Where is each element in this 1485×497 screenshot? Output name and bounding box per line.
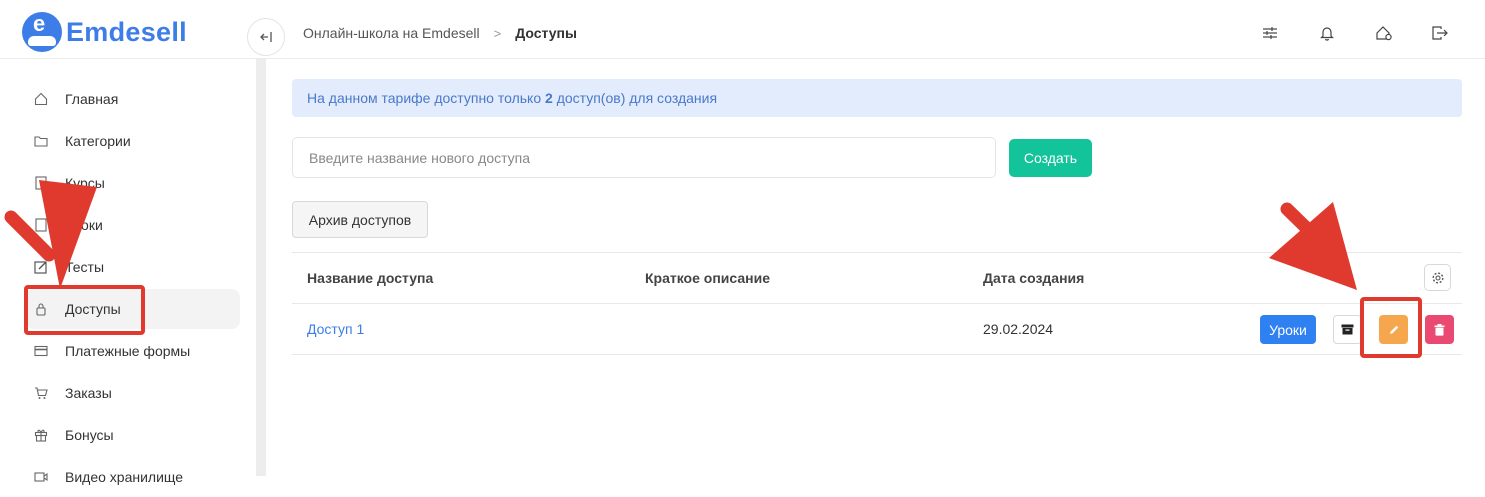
sidebar-item-bonuses[interactable]: Бонусы bbox=[26, 415, 240, 455]
access-created-date: 29.02.2024 bbox=[983, 321, 1054, 337]
sidebar-item-lessons[interactable]: Уроки bbox=[26, 205, 240, 245]
sidebar-item-tests[interactable]: Тесты bbox=[26, 247, 240, 287]
sidebar-item-video-storage[interactable]: Видео хранилище bbox=[26, 457, 240, 497]
sidebar-item-home[interactable]: Главная bbox=[26, 79, 240, 119]
logo-mark-icon: e bbox=[22, 11, 62, 52]
folder-icon bbox=[34, 134, 48, 148]
edit-icon bbox=[34, 260, 48, 274]
delete-row-button[interactable] bbox=[1425, 315, 1454, 344]
sliders-icon[interactable] bbox=[1260, 23, 1280, 43]
access-name-link[interactable]: Доступ 1 bbox=[307, 321, 364, 337]
access-archive-button[interactable]: Архив доступов bbox=[292, 201, 428, 238]
sidebar: Главная Категории Курсы Уроки Тесты Дост… bbox=[6, 59, 256, 485]
alert-count: 2 bbox=[545, 90, 553, 106]
logo-mark-letter: e bbox=[33, 11, 46, 36]
credit-card-icon bbox=[34, 344, 48, 358]
sidebar-item-payment-forms[interactable]: Платежные формы bbox=[26, 331, 240, 371]
sidebar-item-categories[interactable]: Категории bbox=[26, 121, 240, 161]
alert-suffix: доступ(ов) для создания bbox=[552, 90, 718, 106]
sidebar-item-label: Доступы bbox=[65, 301, 121, 317]
sidebar-item-label: Тесты bbox=[65, 259, 105, 275]
table-header-divider bbox=[292, 303, 1462, 304]
pencil-icon bbox=[1389, 325, 1398, 334]
logo-text: Emdesell bbox=[66, 16, 187, 47]
alert-prefix: На данном тарифе доступно только bbox=[307, 90, 546, 106]
sidebar-item-label: Видео хранилище bbox=[65, 469, 184, 485]
logout-icon[interactable] bbox=[1430, 23, 1450, 43]
table-settings-button[interactable] bbox=[1424, 264, 1451, 291]
lessons-button[interactable]: Уроки bbox=[1260, 315, 1316, 344]
breadcrumb-parent[interactable]: Онлайн-школа на Emdesell bbox=[303, 25, 480, 41]
sidebar-item-label: Заказы bbox=[65, 385, 112, 401]
archive-row-button[interactable] bbox=[1333, 315, 1362, 344]
column-header-description: Краткое описание bbox=[645, 270, 770, 286]
sidebar-item-label: Бонусы bbox=[65, 427, 114, 443]
sidebar-item-label: Уроки bbox=[65, 217, 103, 233]
tariff-limit-alert: На данном тарифе доступно только 2 досту… bbox=[292, 79, 1462, 117]
logo[interactable]: e Emdesell bbox=[22, 11, 187, 52]
trash-icon bbox=[1434, 323, 1445, 336]
sidebar-scrollbar[interactable] bbox=[256, 59, 266, 476]
breadcrumb-separator: > bbox=[493, 25, 502, 41]
sidebar-item-label: Курсы bbox=[65, 175, 105, 191]
lock-icon bbox=[34, 302, 48, 316]
sidebar-item-orders[interactable]: Заказы bbox=[26, 373, 240, 413]
gift-icon bbox=[34, 428, 48, 442]
book-icon bbox=[34, 176, 48, 190]
video-icon bbox=[34, 470, 48, 484]
table-top-divider bbox=[292, 252, 1462, 253]
column-header-created: Дата создания bbox=[983, 270, 1085, 286]
home-icon bbox=[34, 92, 48, 106]
home-settings-icon[interactable] bbox=[1374, 23, 1394, 43]
sidebar-item-label: Категории bbox=[65, 133, 131, 149]
arrow-to-edit-head bbox=[1269, 202, 1357, 290]
breadcrumb: Онлайн-школа на Emdesell > Доступы bbox=[303, 25, 577, 41]
sidebar-item-courses[interactable]: Курсы bbox=[26, 163, 240, 203]
top-bar: e Emdesell Онлайн-школа на Emdesell > До… bbox=[0, 6, 1485, 59]
new-access-name-input[interactable] bbox=[292, 137, 996, 178]
cart-icon bbox=[34, 386, 48, 400]
edit-row-button[interactable] bbox=[1379, 315, 1408, 344]
arrow-to-edit-shaft bbox=[1280, 202, 1337, 258]
bell-icon[interactable] bbox=[1317, 23, 1337, 43]
table-row-divider bbox=[292, 354, 1462, 355]
sidebar-item-label: Главная bbox=[65, 91, 119, 107]
breadcrumb-current: Доступы bbox=[515, 25, 577, 41]
column-header-name: Название доступа bbox=[307, 270, 434, 286]
gear-icon bbox=[1431, 271, 1444, 284]
lesson-icon bbox=[34, 218, 48, 232]
collapse-sidebar-button[interactable] bbox=[247, 18, 285, 56]
archive-box-icon bbox=[1341, 324, 1354, 335]
sidebar-item-label: Платежные формы bbox=[65, 343, 191, 359]
collapse-arrow-icon bbox=[260, 32, 272, 42]
sidebar-item-access[interactable]: Доступы bbox=[26, 289, 240, 329]
create-button[interactable]: Создать bbox=[1009, 139, 1092, 177]
